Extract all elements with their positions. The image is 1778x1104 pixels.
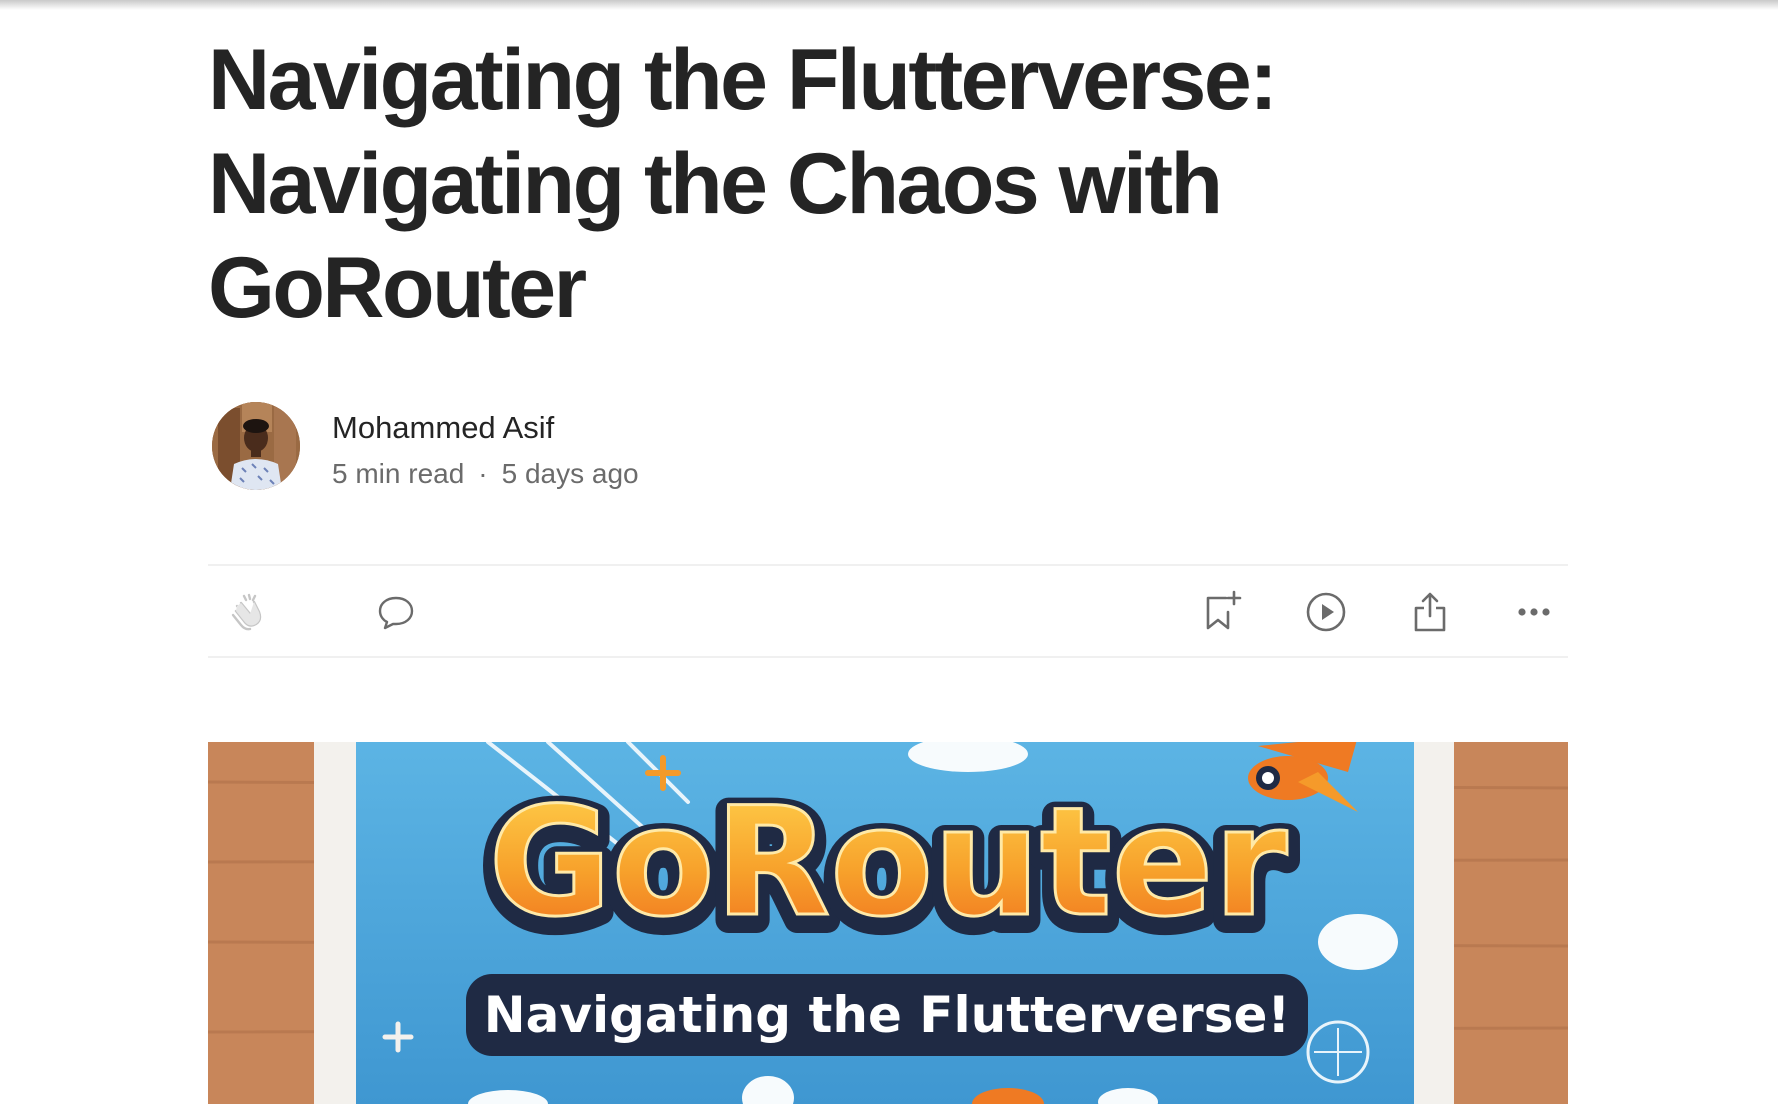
play-circle-icon bbox=[1306, 592, 1346, 632]
bookmark-plus-icon bbox=[1206, 590, 1242, 630]
author-avatar[interactable] bbox=[212, 402, 300, 490]
author-meta: Mohammed Asif 5 min read · 5 days ago bbox=[332, 408, 932, 492]
read-time: 5 min read bbox=[332, 458, 465, 489]
title-line-1: Navigating the Flutterverse: bbox=[208, 32, 1278, 128]
save-button[interactable] bbox=[1198, 588, 1246, 636]
title-line-3: GoRouter bbox=[208, 240, 587, 336]
browser-top-shadow bbox=[0, 0, 1778, 10]
share-button[interactable] bbox=[1406, 588, 1454, 636]
meta-separator: · bbox=[478, 458, 488, 489]
more-horizontal-icon bbox=[1518, 608, 1550, 616]
clap-icon bbox=[231, 593, 262, 631]
responses-button[interactable] bbox=[372, 588, 420, 636]
hero-image: GoRouter GoRouter Navigating the Flutter… bbox=[208, 742, 1568, 1104]
author-name[interactable]: Mohammed Asif bbox=[332, 408, 932, 448]
more-button[interactable] bbox=[1510, 588, 1558, 636]
article-action-bar bbox=[208, 564, 1568, 658]
share-icon bbox=[1414, 592, 1446, 632]
title-line-2: Navigating the Chaos with bbox=[208, 136, 1223, 232]
speech-bubble-icon bbox=[378, 596, 414, 630]
article-meta: 5 min read · 5 days ago bbox=[332, 456, 932, 492]
hero-illustration: GoRouter GoRouter Navigating the Flutter… bbox=[208, 742, 1568, 1104]
published-date: 5 days ago bbox=[501, 458, 639, 489]
hero-subheadline: Navigating the Flutterverse! bbox=[484, 986, 1290, 1044]
hero-headline: GoRouter bbox=[489, 776, 1288, 950]
listen-button[interactable] bbox=[1302, 588, 1350, 636]
avatar-photo bbox=[212, 402, 300, 490]
article-title: Navigating the Flutterverse: Navigating … bbox=[208, 28, 1408, 340]
clap-button[interactable] bbox=[222, 588, 270, 636]
